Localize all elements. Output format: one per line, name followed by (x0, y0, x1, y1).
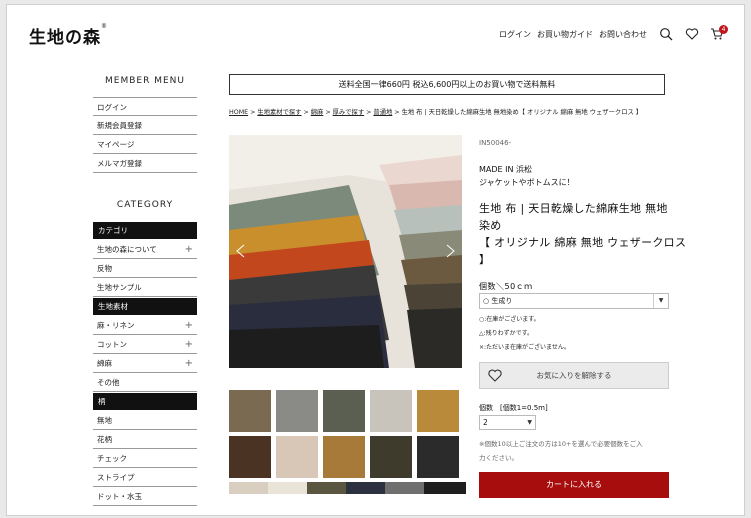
breadcrumb-link[interactable]: HOME (229, 109, 248, 116)
thumbnail-image[interactable] (276, 390, 318, 432)
breadcrumb-link[interactable]: 厚みで探す (333, 109, 364, 116)
heart-icon (488, 369, 502, 382)
member-item-newsletter[interactable]: メルマガ登録 (93, 154, 197, 173)
pattern-heading: 柄 (93, 393, 197, 410)
material-item[interactable]: 綿麻 + (93, 354, 197, 373)
material-heading: 生地素材 (93, 298, 197, 315)
quantity-note: ※個数10以上ご注文の方は10+を選んで必要個数をご入 (479, 440, 643, 448)
shipping-banner: 送料全国一律660円 税込6,600円以上のお買い物で送料無料 (229, 74, 665, 95)
breadcrumb-current: 生地 布 | 天日乾燥した綿麻生地 無地染め【 オリジナル 綿麻 無地 ウェザー… (401, 109, 643, 116)
page-frame: 生地の森® ログイン お買い物ガイド お問い合わせ 4 MEMBER MENU … (6, 4, 745, 516)
product-origin: MADE IN 浜松 (479, 165, 533, 174)
category-item[interactable]: 生地の森について + (93, 240, 197, 259)
category-item[interactable]: 生地サンプル (93, 278, 197, 297)
member-item-login[interactable]: ログイン (93, 97, 197, 116)
breadcrumb-link[interactable]: 綿麻 (311, 109, 324, 116)
category-item[interactable]: 反物 (93, 259, 197, 278)
chevron-down-icon: ▼ (653, 294, 668, 308)
product-title-line: 】 (479, 253, 491, 266)
thumbnail-image[interactable] (276, 436, 318, 478)
prev-image-arrow-icon[interactable] (233, 243, 249, 259)
thumbnail-image[interactable] (385, 482, 427, 494)
quantity-select[interactable]: 2 ▼ (479, 415, 536, 430)
add-to-cart-button[interactable]: カートに入れる (479, 472, 669, 498)
remove-favorite-button[interactable]: お気に入りを解除する (479, 362, 669, 389)
pattern-item[interactable]: チェック (93, 449, 197, 468)
stock-legend: △:残りわずかです。 (479, 330, 534, 337)
category-title: CATEGORY (116, 200, 174, 210)
thumbnail-image[interactable] (229, 436, 271, 478)
thumbnail-image[interactable] (229, 390, 271, 432)
member-item-register[interactable]: 新規会員登録 (93, 116, 197, 135)
main-product-image (229, 135, 462, 368)
thumbnail-image[interactable] (323, 390, 365, 432)
member-menu-title: MEMBER MENU (105, 76, 185, 86)
expand-plus-icon[interactable]: + (185, 316, 193, 335)
material-item[interactable]: 麻・リネン + (93, 316, 197, 335)
pattern-item[interactable]: ストライプ (93, 468, 197, 487)
material-item[interactable]: コットン + (93, 335, 197, 354)
stock-legend: ×:ただいま在庫がございません。 (479, 344, 570, 351)
expand-plus-icon[interactable]: + (185, 335, 193, 354)
thumbnail-image[interactable] (417, 436, 459, 478)
nav-login-link[interactable]: ログイン (499, 29, 531, 40)
thumbnail-image[interactable] (424, 482, 466, 494)
next-image-arrow-icon[interactable] (442, 243, 458, 259)
expand-plus-icon[interactable]: + (185, 240, 193, 259)
cart-count-badge: 4 (719, 25, 728, 34)
breadcrumb-link[interactable]: 普通地 (373, 109, 392, 116)
thumbnail-image[interactable] (229, 482, 271, 494)
material-item[interactable]: その他 (93, 373, 197, 392)
quantity-note: 力ください。 (479, 454, 518, 462)
pattern-item[interactable]: 無地 (93, 411, 197, 430)
thumbnail-image[interactable] (346, 482, 388, 494)
variant-select[interactable]: ○ 生成り ▼ (479, 293, 669, 309)
thumbnail-image[interactable] (323, 436, 365, 478)
stock-legend: ○:在庫がございます。 (479, 316, 540, 323)
site-logo[interactable]: 生地の森® (29, 23, 108, 48)
nav-contact-link[interactable]: お問い合わせ (599, 29, 647, 40)
product-title-line: 生地 布 | 天日乾燥した綿麻生地 無地 (479, 202, 668, 215)
pattern-item[interactable]: ドット・水玉 (93, 487, 197, 506)
breadcrumb-link[interactable]: 生地素材で探す (257, 109, 301, 116)
thumbnail-image[interactable] (417, 390, 459, 432)
nav-guide-link[interactable]: お買い物ガイド (537, 29, 593, 40)
product-title-line: 【 オリジナル 綿麻 無地 ウェザークロス (479, 236, 687, 249)
product-title-line: 染め (479, 219, 502, 232)
product-catchphrase: ジャケットやボトムスに！ (479, 178, 575, 187)
member-item-mypage[interactable]: マイページ (93, 135, 197, 154)
thumbnail-image[interactable] (370, 390, 412, 432)
chevron-down-icon: ▼ (527, 419, 532, 426)
thumbnail-image[interactable] (370, 436, 412, 478)
category-heading: カテゴリ (93, 222, 197, 239)
product-sku: IN50046- (479, 139, 512, 147)
quantity-unit-label: 個数＼50ｃｍ (479, 282, 533, 291)
search-icon[interactable] (659, 27, 673, 41)
pattern-item[interactable]: 花柄 (93, 430, 197, 449)
heart-icon[interactable] (685, 27, 699, 41)
breadcrumb: HOME > 生地素材で探す > 綿麻 > 厚みで探す > 普通地 > 生地 布… (229, 109, 643, 116)
thumbnail-image[interactable] (307, 482, 349, 494)
thumbnail-image[interactable] (268, 482, 310, 494)
expand-plus-icon[interactable]: + (185, 354, 193, 373)
quantity-label: 個数 [個数1=0.5m] (479, 404, 548, 412)
